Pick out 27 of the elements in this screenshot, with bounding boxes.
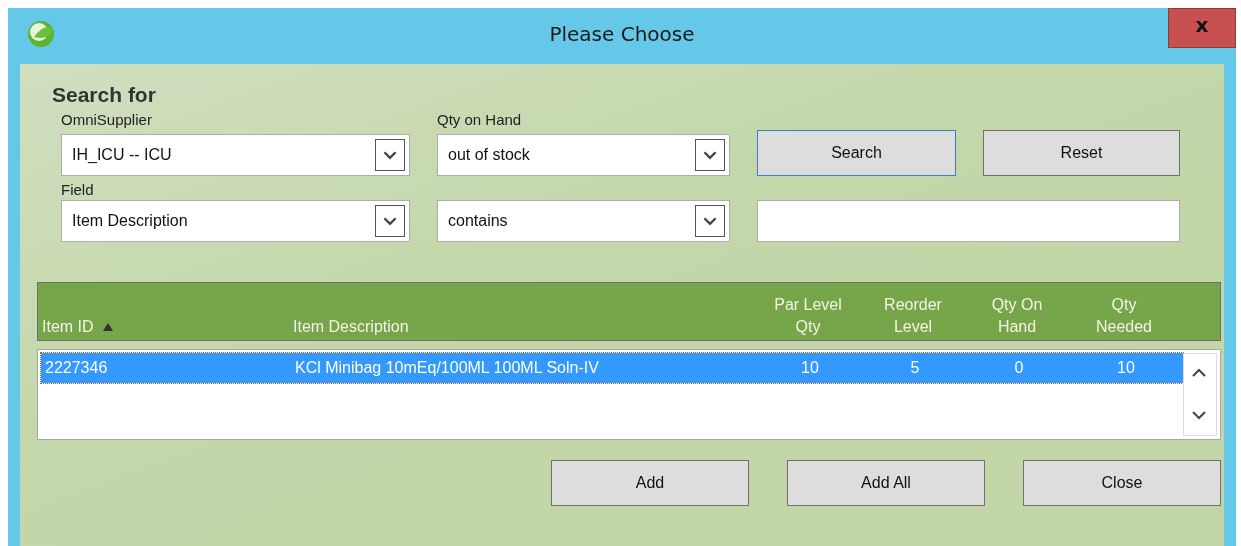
dropdown-caret-icon[interactable] [375, 205, 405, 237]
dropdown-caret-icon[interactable] [695, 205, 725, 237]
supplier-dropdown[interactable]: IH_ICU -- ICU [61, 134, 410, 176]
qty-dropdown[interactable]: out of stock [437, 134, 730, 176]
sort-ascending-icon [101, 322, 114, 332]
operator-dropdown[interactable]: contains [437, 200, 730, 242]
table-cell-text: 10 [800, 359, 820, 377]
window-title: Please Choose [549, 22, 695, 46]
reset-button[interactable]: Reset [983, 130, 1180, 176]
field-label: Field [61, 180, 95, 200]
dialog-button[interactable]: Add All [787, 460, 985, 506]
search-button[interactable]: Search [757, 130, 956, 176]
dialog-button[interactable]: Add [551, 460, 749, 506]
table-cell-text: 10 [1116, 359, 1136, 377]
section-heading: Search for [52, 84, 157, 106]
dropdown-caret-icon[interactable] [375, 139, 405, 171]
window-close-button[interactable]: x [1168, 8, 1236, 48]
table-cell-text: KCl Minibag 10mEq/100ML 100ML Soln-IV [294, 359, 600, 377]
dialog-button[interactable]: Close [1023, 460, 1221, 506]
table-cell-text: 5 [909, 359, 921, 377]
field-dropdown[interactable]: Item Description [61, 200, 410, 242]
field-label: Qty on Hand [437, 110, 523, 130]
dropdown-caret-icon[interactable] [695, 139, 725, 171]
search-text-field[interactable] [757, 200, 1180, 242]
table-cell-text: 2227346 [44, 359, 109, 377]
table-cell-text: 0 [1013, 359, 1025, 377]
field-label: OmniSupplier [61, 110, 153, 130]
